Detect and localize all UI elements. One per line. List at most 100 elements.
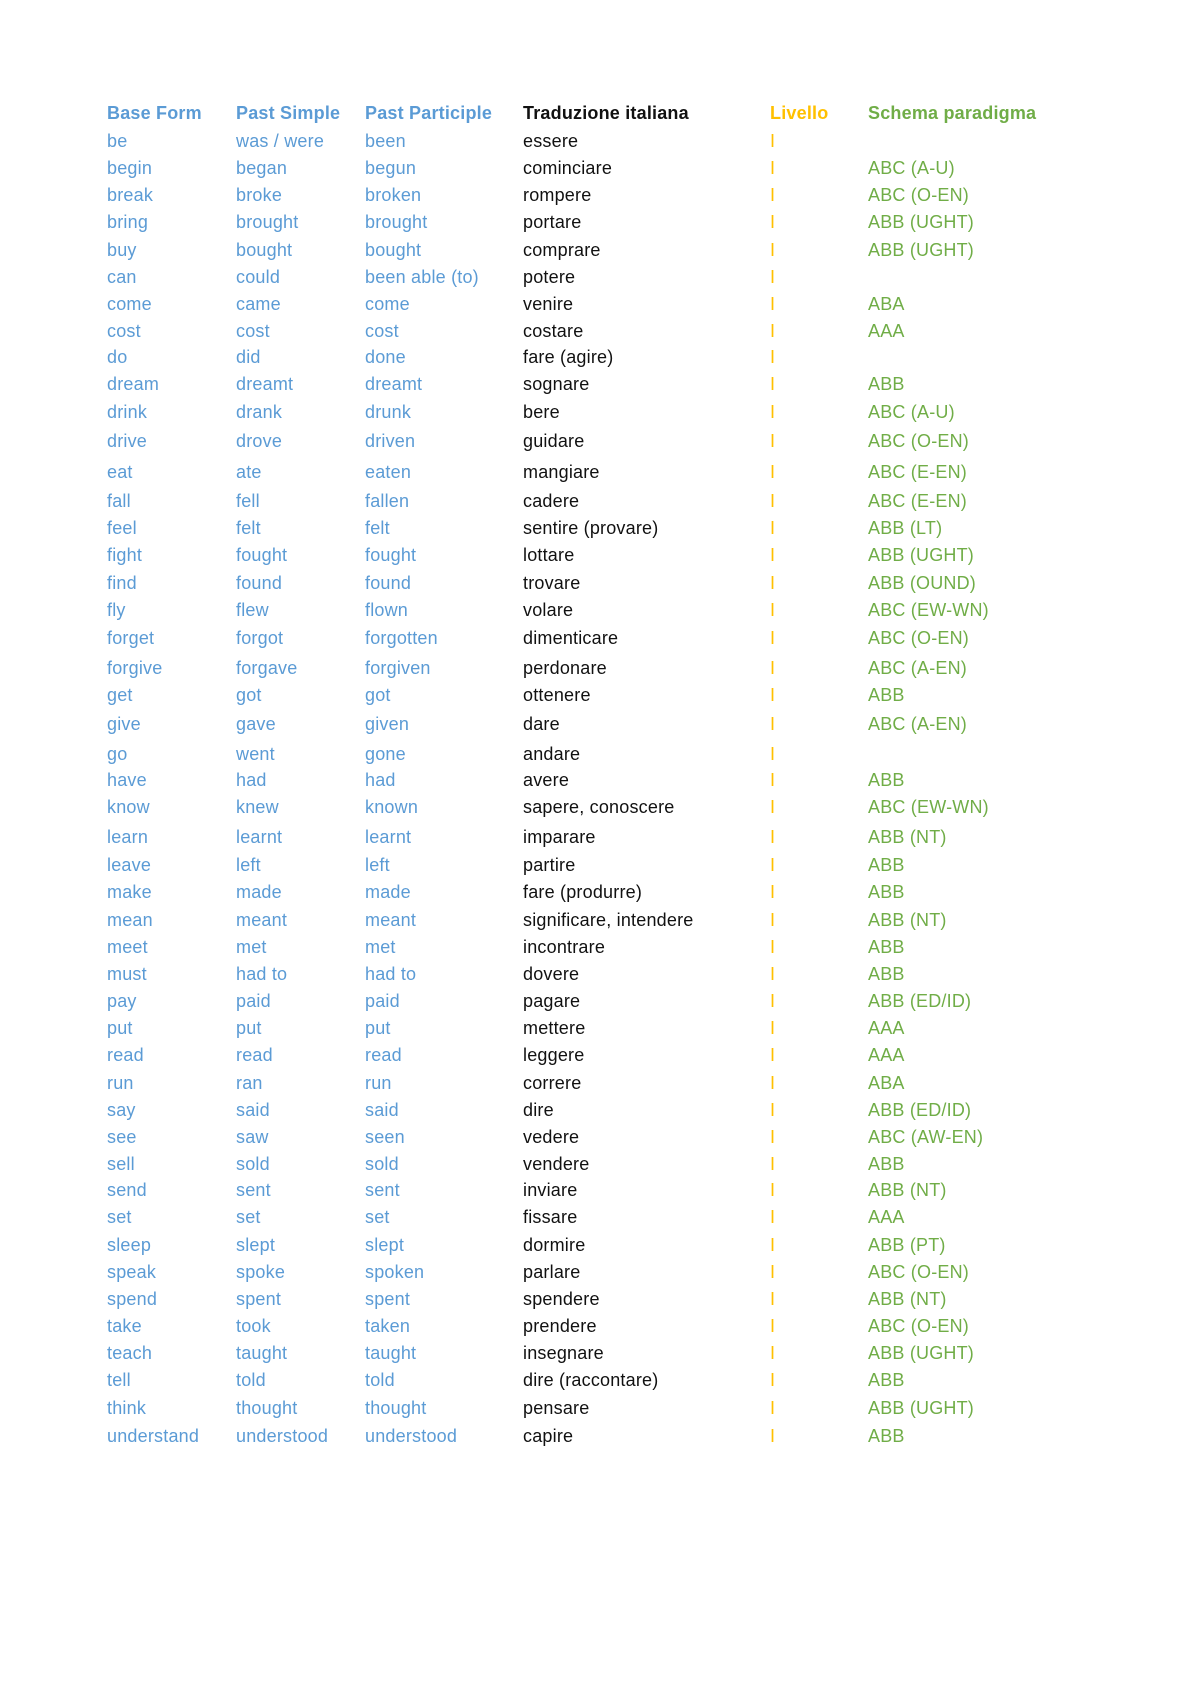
- cell-schema: ABC (O-EN): [868, 431, 969, 451]
- table-row: go went gone andare I: [0, 741, 1200, 768]
- cell-translation: potere: [523, 267, 576, 287]
- table-row: give gave given dare I ABC (A-EN): [0, 711, 1200, 738]
- cell-schema: ABC (A-U): [868, 402, 955, 422]
- cell-level: I: [770, 374, 776, 394]
- table-row: must had to had to dovere I ABB: [0, 961, 1200, 988]
- cell-translation: partire: [523, 855, 576, 875]
- cell-level: I: [770, 1343, 776, 1363]
- header-translation: Traduzione italiana: [523, 103, 689, 123]
- cell-past-participle: meant: [365, 910, 417, 930]
- cell-base-form: fight: [107, 545, 143, 565]
- cell-past-participle: been: [365, 131, 406, 151]
- table-row: begin began begun cominciare I ABC (A-U): [0, 155, 1200, 182]
- cell-level: I: [770, 797, 776, 817]
- cell-past-participle: read: [365, 1045, 402, 1065]
- cell-schema: ABB (UGHT): [868, 1398, 975, 1418]
- cell-translation: lottare: [523, 545, 575, 565]
- cell-translation: inviare: [523, 1180, 578, 1200]
- table-row: tell told told dire (raccontare) I ABB: [0, 1367, 1200, 1394]
- cell-base-form: run: [107, 1073, 134, 1093]
- table-row: understand understood understood capire I ABB: [0, 1423, 1200, 1450]
- cell-level: I: [770, 1045, 776, 1065]
- cell-base-form: take: [107, 1316, 142, 1336]
- cell-schema: ABA: [868, 294, 905, 314]
- cell-past-participle: fought: [365, 545, 417, 565]
- cell-base-form: bring: [107, 212, 149, 232]
- table-row: take took taken prendere I ABC (O-EN): [0, 1313, 1200, 1340]
- cell-schema: ABB (NT): [868, 910, 947, 930]
- cell-past-simple: said: [236, 1100, 270, 1120]
- cell-past-simple: found: [236, 573, 283, 593]
- cell-past-simple: forgot: [236, 628, 284, 648]
- cell-level: I: [770, 1207, 776, 1227]
- cell-translation: fare (produrre): [523, 882, 643, 902]
- cell-past-simple: ate: [236, 462, 262, 482]
- cell-schema: ABC (O-EN): [868, 185, 969, 205]
- cell-level: I: [770, 1370, 776, 1390]
- document-page: Base Form Past Simple Past Participle Tr…: [0, 0, 1200, 1697]
- cell-past-simple: got: [236, 685, 262, 705]
- cell-base-form: meet: [107, 937, 148, 957]
- table-row: make made made fare (produrre) I ABB: [0, 879, 1200, 906]
- cell-level: I: [770, 855, 776, 875]
- cell-past-participle: met: [365, 937, 396, 957]
- cell-level: I: [770, 1018, 776, 1038]
- cell-translation: pensare: [523, 1398, 590, 1418]
- cell-past-simple: came: [236, 294, 281, 314]
- cell-past-simple: meant: [236, 910, 288, 930]
- cell-schema: ABB: [868, 1370, 905, 1390]
- cell-past-simple: felt: [236, 518, 261, 538]
- table-row: come came come venire I ABA: [0, 291, 1200, 318]
- cell-translation: correre: [523, 1073, 582, 1093]
- cell-base-form: do: [107, 347, 128, 367]
- cell-level: I: [770, 1316, 776, 1336]
- cell-translation: sentire (provare): [523, 518, 659, 538]
- header-past-simple: Past Simple: [236, 103, 341, 123]
- cell-level: I: [770, 882, 776, 902]
- cell-past-participle: bought: [365, 240, 422, 260]
- cell-past-simple: could: [236, 267, 281, 287]
- cell-translation: dormire: [523, 1235, 586, 1255]
- cell-schema: ABC (O-EN): [868, 628, 969, 648]
- header-base-form: Base Form: [107, 103, 202, 123]
- cell-past-simple: read: [236, 1045, 273, 1065]
- cell-past-participle: been able (to): [365, 267, 479, 287]
- cell-schema: ABB: [868, 964, 905, 984]
- cell-base-form: fall: [107, 491, 131, 511]
- cell-past-simple: gave: [236, 714, 276, 734]
- cell-base-form: come: [107, 294, 152, 314]
- cell-past-simple: brought: [236, 212, 299, 232]
- table-row: say said said dire I ABB (ED/ID): [0, 1097, 1200, 1124]
- cell-schema: ABB (OUND): [868, 573, 977, 593]
- cell-past-simple: went: [236, 744, 275, 764]
- cell-schema: ABB (NT): [868, 1180, 947, 1200]
- cell-translation: vendere: [523, 1154, 590, 1174]
- cell-level: I: [770, 431, 776, 451]
- cell-past-simple: paid: [236, 991, 271, 1011]
- cell-past-participle: broken: [365, 185, 422, 205]
- cell-translation: venire: [523, 294, 574, 314]
- cell-schema: ABB: [868, 1154, 905, 1174]
- table-row: bring brought brought portare I ABB (UGHT): [0, 209, 1200, 236]
- cell-translation: fissare: [523, 1207, 578, 1227]
- cell-past-simple: dreamt: [236, 374, 294, 394]
- cell-past-simple: sent: [236, 1180, 271, 1200]
- cell-translation: dire: [523, 1100, 554, 1120]
- cell-past-participle: dreamt: [365, 374, 423, 394]
- cell-translation: bere: [523, 402, 560, 422]
- cell-level: I: [770, 1100, 776, 1120]
- header-level: Livello: [770, 103, 829, 123]
- cell-schema: ABB: [868, 685, 905, 705]
- cell-translation: prendere: [523, 1316, 597, 1336]
- cell-base-form: say: [107, 1100, 136, 1120]
- cell-translation: mettere: [523, 1018, 586, 1038]
- cell-level: I: [770, 491, 776, 511]
- cell-schema: ABB (NT): [868, 827, 947, 847]
- cell-past-simple: fell: [236, 491, 260, 511]
- table-row: read read read leggere I AAA: [0, 1042, 1200, 1069]
- cell-schema: ABC (A-EN): [868, 714, 968, 734]
- cell-schema: ABC (EW-WN): [868, 600, 989, 620]
- cell-level: I: [770, 744, 776, 764]
- cell-past-participle: sent: [365, 1180, 400, 1200]
- cell-translation: dimenticare: [523, 628, 619, 648]
